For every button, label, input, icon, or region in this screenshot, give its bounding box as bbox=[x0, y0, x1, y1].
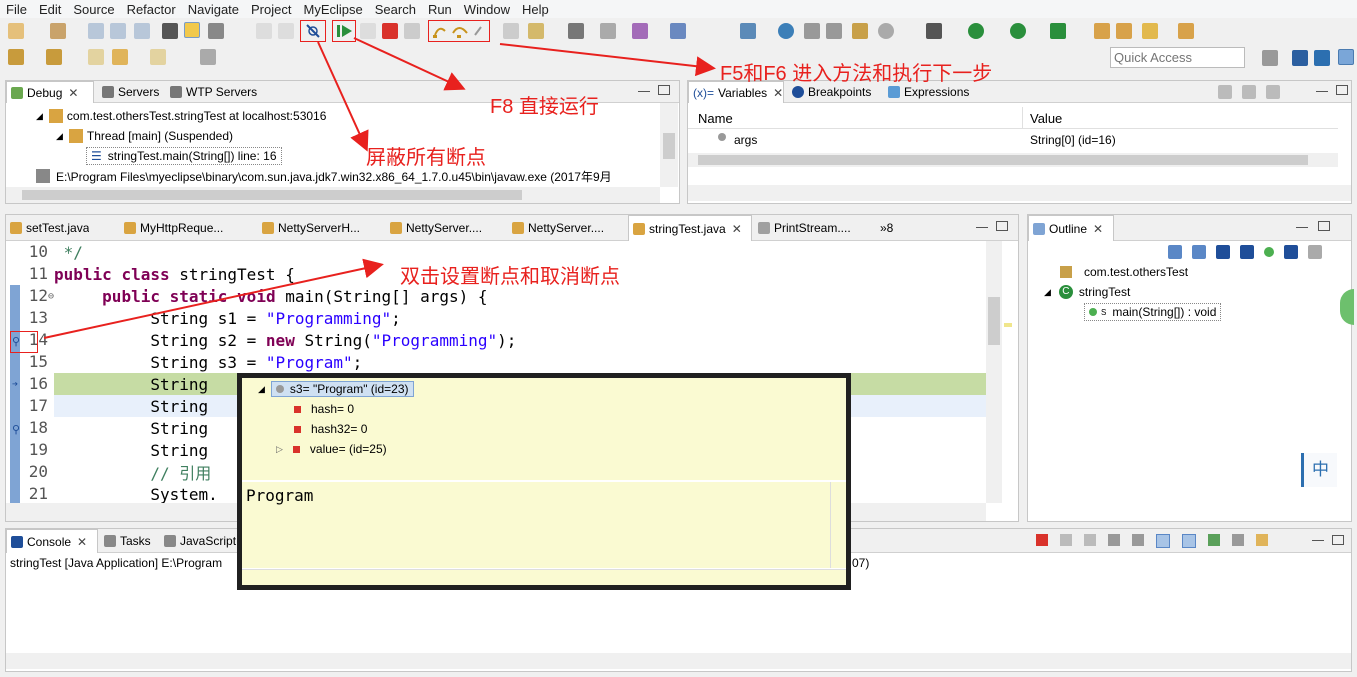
annotation-skip: 屏蔽所有断点 bbox=[366, 147, 486, 169]
arrow-skip bbox=[317, 41, 369, 152]
annotation-arrows bbox=[43, 37, 716, 339]
annotation-breakpoint: 双击设置断点和取消断点 bbox=[400, 266, 620, 288]
annotation-step: F5和F6 进入方法和执行下一步 bbox=[720, 63, 993, 85]
arrow-breakpoint bbox=[43, 258, 384, 339]
arrow-step bbox=[499, 43, 716, 77]
annotation-resume: F8 直接运行 bbox=[490, 96, 599, 118]
arrow-resume bbox=[353, 37, 466, 91]
